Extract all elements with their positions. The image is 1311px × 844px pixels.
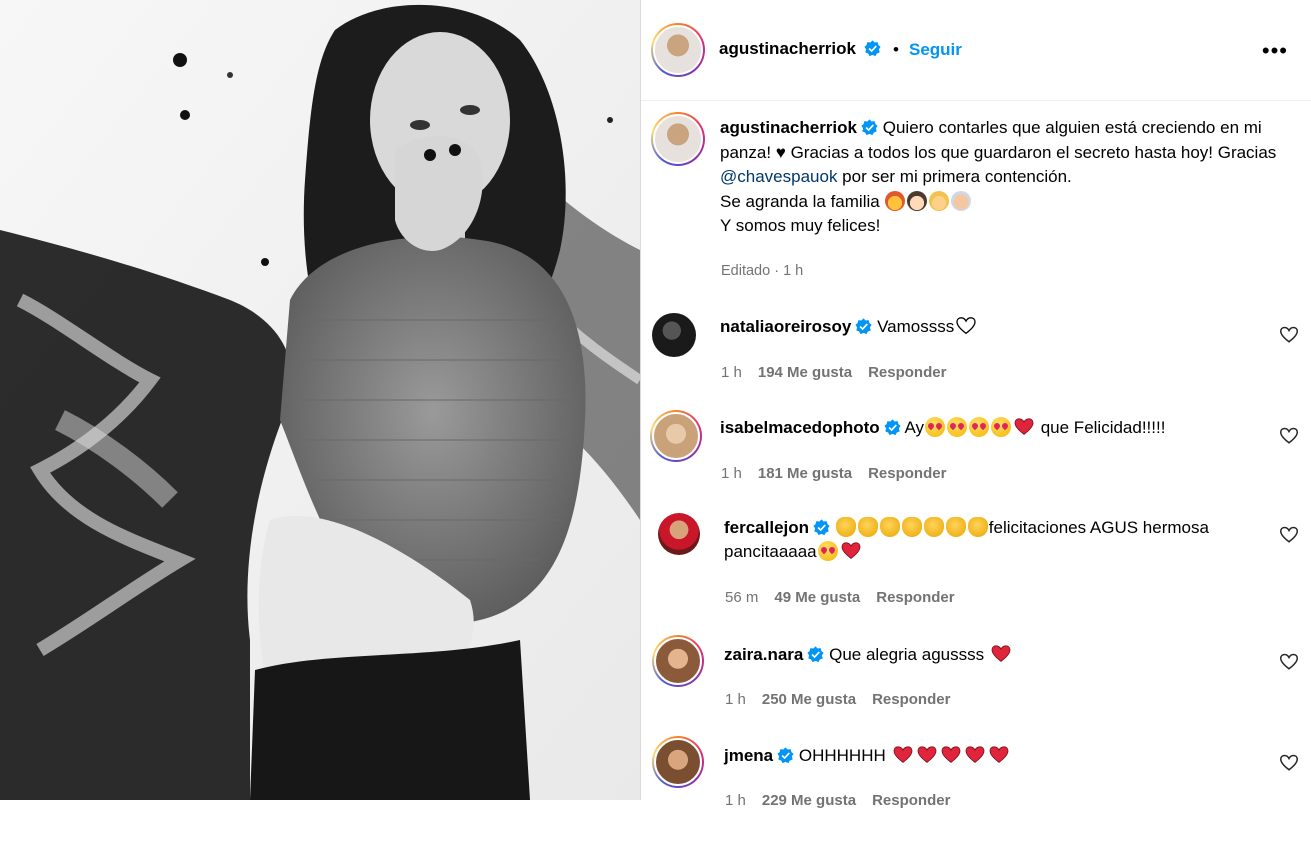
emoji-woman-icon: [885, 190, 906, 211]
comment-avatar[interactable]: [658, 513, 700, 555]
emoji-baby-icon: [951, 190, 972, 211]
author-name-row: agustinacherriok: [719, 39, 882, 59]
caption-author-avatar[interactable]: [651, 112, 705, 166]
post-header: agustinacherriok • Seguir •••: [641, 0, 1311, 101]
clapping-hands-emoji-icon: [923, 517, 944, 537]
caption-mention-link[interactable]: @chavespauok: [720, 167, 837, 186]
caption-username[interactable]: agustinacherriok: [720, 118, 857, 137]
comment-text: jmena OHHHHHH: [724, 744, 1274, 768]
red-heart-emoji-icon: [841, 542, 861, 559]
comment-avatar[interactable]: [650, 410, 702, 462]
like-heart-icon[interactable]: [1280, 653, 1298, 671]
comment-body: OHHHHHH: [798, 746, 886, 765]
comment-likes[interactable]: 250 Me gusta: [762, 691, 856, 708]
reply-button[interactable]: Responder: [868, 364, 946, 381]
reply-button[interactable]: Responder: [868, 465, 946, 482]
reply-button[interactable]: Responder: [872, 691, 950, 708]
reply-button[interactable]: Responder: [872, 792, 950, 809]
verified-badge-icon: [884, 419, 901, 436]
verified-badge-icon: [861, 119, 878, 136]
like-heart-icon[interactable]: [1280, 427, 1298, 445]
caption-line-happy: Y somos muy felices!: [720, 216, 881, 235]
comment-meta: 1 h 194 Me gusta Responder: [721, 364, 962, 381]
red-heart-emoji-icon: [1014, 418, 1034, 435]
comment-body: Vamossss: [877, 317, 955, 336]
comment-avatar[interactable]: [652, 313, 696, 357]
post-image: [0, 0, 640, 800]
comment-text: fercallejon felicitaciones AGUS hermosa …: [724, 516, 1269, 564]
post-caption: agustinacherriok Quiero contarles que al…: [720, 116, 1280, 239]
comment-avatar[interactable]: [652, 736, 704, 788]
comment-text: isabelmacedophoto Ay que Felicidad!!!!!: [720, 416, 1270, 440]
comment-time: 1 h: [725, 792, 746, 809]
comment-meta: 1 h 250 Me gusta Responder: [725, 691, 966, 708]
clapping-hands-emoji-icon: [945, 517, 966, 537]
comment-body: Que alegria agussss: [829, 645, 985, 664]
emoji-man-icon: [907, 190, 928, 211]
red-heart-emoji-icon: [941, 746, 960, 763]
author-avatar[interactable]: [651, 23, 705, 77]
comment-body: Ay: [904, 418, 924, 437]
red-heart-emoji-icon: [893, 746, 912, 763]
heart-eyes-emoji-icon: [990, 417, 1011, 437]
verified-badge-icon: [807, 646, 824, 663]
comment-time: 1 h: [721, 465, 742, 482]
heart-eyes-emoji-icon: [924, 417, 945, 437]
comment-meta: 1 h 229 Me gusta Responder: [725, 792, 966, 809]
like-heart-icon[interactable]: [1280, 754, 1298, 772]
verified-badge-icon: [855, 318, 872, 335]
comment-time: 56 m: [725, 589, 759, 606]
clapping-hands-emoji-icon: [835, 517, 856, 537]
clapping-hands-emoji-icon: [857, 517, 878, 537]
comment-time: 1 h: [721, 364, 742, 381]
caption-text-cont: por ser mi primera contención.: [837, 167, 1072, 186]
red-heart-emoji-icon: [965, 746, 984, 763]
comment-body-cont: que Felicidad!!!!!: [1040, 418, 1166, 437]
author-username[interactable]: agustinacherriok: [719, 39, 856, 58]
comment-username[interactable]: zaira.nara: [724, 645, 803, 664]
like-heart-icon[interactable]: [1280, 326, 1298, 344]
comment-time: 1 h: [725, 691, 746, 708]
comment-username[interactable]: fercallejon: [724, 518, 809, 537]
clapping-hands-emoji-icon: [967, 517, 988, 537]
comment-text: nataliaoreirosoy Vamossss: [720, 315, 1270, 339]
verified-badge-icon: [813, 519, 830, 536]
separator-dot: •: [893, 40, 899, 59]
comment-username[interactable]: nataliaoreirosoy: [720, 317, 851, 336]
post-details-panel: agustinacherriok • Seguir ••• agustinach…: [640, 0, 1311, 809]
comment-likes[interactable]: 229 Me gusta: [762, 792, 856, 809]
red-heart-emoji-icon: [989, 746, 1008, 763]
post-photo[interactable]: [0, 0, 640, 800]
clapping-hands-emoji-icon: [901, 517, 922, 537]
reply-button[interactable]: Responder: [876, 589, 954, 606]
clapping-hands-emoji-icon: [879, 517, 900, 537]
comment-likes[interactable]: 194 Me gusta: [758, 364, 852, 381]
heart-eyes-emoji-icon: [817, 541, 838, 561]
comment-meta: 1 h 181 Me gusta Responder: [721, 465, 962, 482]
follow-button[interactable]: Seguir: [909, 40, 962, 60]
comment-username[interactable]: isabelmacedophoto: [720, 418, 880, 437]
comment-meta: 56 m 49 Me gusta Responder: [725, 589, 971, 606]
caption-line-family: Se agranda la familia: [720, 191, 880, 211]
emoji-child-icon: [929, 190, 950, 211]
comment-text: zaira.nara Que alegria agussss: [724, 643, 1274, 667]
heart-eyes-emoji-icon: [968, 417, 989, 437]
like-heart-icon[interactable]: [1280, 526, 1298, 544]
verified-badge-icon: [777, 747, 794, 764]
red-heart-emoji-icon: [991, 645, 1011, 662]
white-heart-emoji-icon: [956, 317, 976, 335]
heart-eyes-emoji-icon: [946, 417, 967, 437]
comment-likes[interactable]: 49 Me gusta: [774, 589, 860, 606]
comment-username[interactable]: jmena: [724, 746, 773, 765]
comment-avatar[interactable]: [652, 635, 704, 687]
red-heart-emoji-icon: [917, 746, 936, 763]
caption-meta: Editado · 1 h: [721, 263, 804, 279]
more-options-icon[interactable]: •••: [1262, 38, 1288, 64]
verified-badge-icon: [864, 40, 882, 57]
comment-likes[interactable]: 181 Me gusta: [758, 465, 852, 482]
